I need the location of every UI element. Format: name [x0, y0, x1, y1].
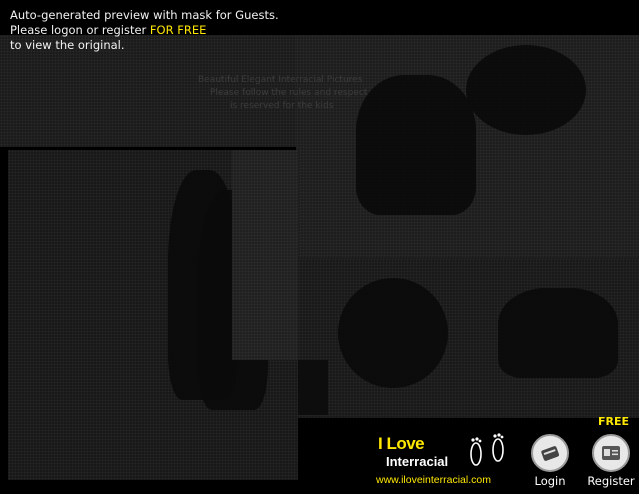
login-card-icon	[531, 434, 569, 472]
image-caption-line: Please follow the rules and respect	[210, 88, 368, 98]
image-caption-line: is reserved for the kids	[230, 101, 334, 111]
photo-panel-top-right	[296, 35, 639, 263]
free-badge: FREE	[598, 415, 630, 428]
photo-panel-bottom-right	[298, 258, 639, 418]
login-button[interactable]: Login	[528, 434, 572, 488]
image-caption-line: Beautiful Elegant Interracial Pictures	[198, 75, 363, 85]
login-label: Login	[534, 474, 566, 488]
guest-notice-line2: Please logon or register FOR FREE	[10, 23, 279, 38]
site-logo[interactable]: I Love Interracial www.iloveinterracial.…	[372, 430, 522, 490]
photo-panel-center	[232, 150, 298, 360]
register-label: Register	[587, 474, 635, 488]
guest-notice: Auto-generated preview with mask for Gue…	[10, 8, 279, 53]
footprints-icon	[470, 433, 504, 466]
site-url[interactable]: www.iloveinterracial.com	[376, 474, 491, 486]
guest-notice-line1: Auto-generated preview with mask for Gue…	[10, 8, 279, 22]
guest-notice-line3: to view the original.	[10, 38, 125, 52]
logo-text-interracial: Interracial	[386, 454, 449, 469]
masked-preview-image: Beautiful Elegant Interracial Pictures P…	[0, 0, 639, 494]
guest-notice-line2-text: Please logon or register	[10, 23, 150, 37]
for-free-link[interactable]: FOR FREE	[150, 23, 206, 37]
register-id-icon	[592, 434, 630, 472]
logo-text-i-love: I Love	[378, 434, 425, 453]
image-caption: Beautiful Elegant Interracial Pictures P…	[198, 74, 428, 113]
register-button[interactable]: Register	[586, 434, 636, 488]
photo-panel-small	[298, 360, 328, 415]
